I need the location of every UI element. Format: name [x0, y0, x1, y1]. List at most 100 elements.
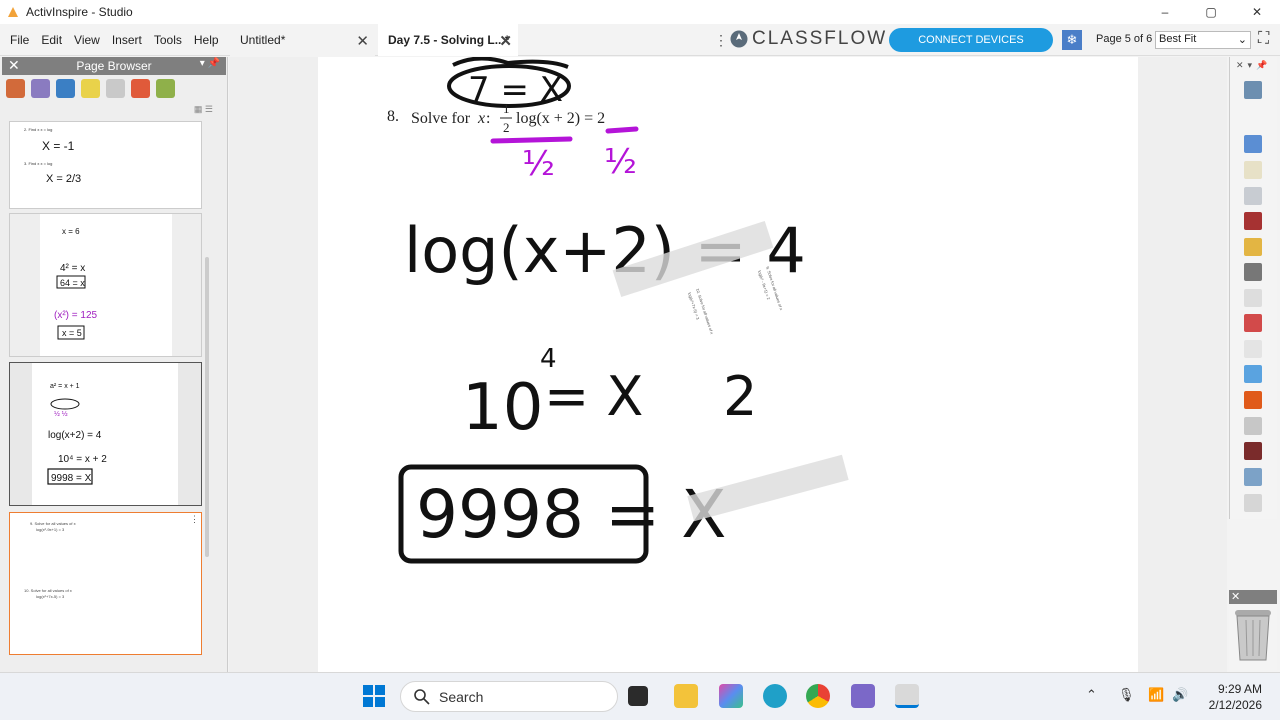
thumb-menu-icon[interactable]: ⋮: [190, 514, 199, 524]
close-button[interactable]: ✕: [1234, 0, 1280, 24]
menu-file[interactable]: File: [4, 33, 35, 47]
classflow-logo[interactable]: CLASSFLOW: [730, 28, 887, 50]
snowflake-icon[interactable]: ❄: [1062, 30, 1082, 50]
page-thumbnail[interactable]: x = 6 4² = x 64 = x (x²) = 125 x = 5: [9, 213, 202, 357]
page-thumbnail[interactable]: 2. Find x x = log X = -1 3. Find x x = l…: [9, 121, 202, 209]
svg-text:½ ½: ½ ½: [54, 410, 68, 418]
menu-edit[interactable]: Edit: [35, 33, 68, 47]
maximize-button[interactable]: ▢: [1188, 0, 1234, 24]
m365-icon[interactable]: [719, 684, 743, 708]
windows-start-icon[interactable]: [362, 684, 386, 708]
tab-untitled[interactable]: Untitled* ✕: [230, 24, 375, 56]
page-browser-tools: [6, 79, 175, 98]
page-content[interactable]: 7 = X 8. Solve for x : 1 2 log(x + 2) = …: [318, 56, 1138, 672]
view-toggle-icon[interactable]: ▦ ☰: [194, 104, 213, 115]
menu-view[interactable]: View: [68, 33, 106, 47]
file-explorer-icon[interactable]: [674, 684, 698, 708]
thumb-text: 10⁴ = x + 2: [58, 454, 107, 465]
thumb-text: 10. Solve for all values of x: [24, 588, 72, 593]
tab-label: Untitled*: [240, 33, 286, 47]
tab-label: Day 7.5 - Solving L...*: [388, 33, 510, 47]
tab-close-icon[interactable]: ✕: [356, 32, 369, 50]
thumb-text: x = 6: [62, 227, 80, 236]
final-answer: 9998 = X: [416, 476, 726, 553]
edge-icon[interactable]: [763, 684, 787, 708]
close-icon[interactable]: ✕: [1229, 590, 1277, 604]
disk-tool-icon[interactable]: [1244, 442, 1262, 460]
chrome-icon[interactable]: [806, 684, 830, 708]
print-tool-icon[interactable]: [1244, 263, 1262, 281]
thumb-text: 2. Find x x = log: [24, 127, 52, 132]
object-tool-icon[interactable]: [56, 79, 75, 98]
close-icon[interactable]: ✕: [8, 57, 20, 74]
page-thumbnail[interactable]: a² = x + 1 ½ ½ log(x+2) = 4 10⁴ = x + 2 …: [9, 362, 202, 506]
delete-tool-icon[interactable]: [1244, 391, 1262, 409]
scrollbar[interactable]: [205, 257, 209, 557]
problem-number: 8.: [387, 108, 399, 125]
page-tool-icon[interactable]: [1244, 187, 1262, 205]
page-browser: ✕ Page Browser ▾ 📌 ▦ ☰ 2. Find x x = log…: [0, 57, 228, 672]
pen-tool-icon[interactable]: [1244, 81, 1262, 99]
system-clock[interactable]: 9:29 AM 2/12/2026: [1198, 681, 1262, 713]
pdf-tool-icon[interactable]: [1244, 314, 1262, 332]
search-placeholder: Search: [439, 688, 484, 705]
tab-close-icon[interactable]: ✕: [499, 32, 512, 50]
thumb-text: 4² = x: [60, 263, 85, 274]
fullscreen-icon[interactable]: ⛶: [1258, 30, 1269, 48]
wifi-icon[interactable]: 📶: [1148, 687, 1164, 703]
copy-tool-icon[interactable]: [1244, 289, 1262, 307]
connect-devices-button[interactable]: CONNECT DEVICES: [889, 28, 1053, 52]
highlighter-tool-icon[interactable]: [1244, 238, 1262, 256]
show-hidden-icons-icon[interactable]: ⌃: [1086, 687, 1097, 703]
notes-tool-icon[interactable]: [81, 79, 100, 98]
menu-tools[interactable]: Tools: [148, 33, 188, 47]
zoom-select[interactable]: Best Fit ⌄: [1155, 31, 1251, 49]
chevron-down-icon: ⌄: [1237, 34, 1247, 46]
thumb-text: (x²) = 125: [54, 310, 98, 321]
property-tool-icon[interactable]: [106, 79, 125, 98]
thumb-text: 9. Solve for all values of x: [30, 521, 76, 526]
microphone-icon[interactable]: 🎙: [1118, 687, 1135, 703]
more-tools-icon[interactable]: [1244, 494, 1262, 512]
action-tool-icon[interactable]: [131, 79, 150, 98]
thumb-text: log(x+2) = 4: [48, 430, 102, 441]
fraction-denominator: 2: [503, 120, 510, 135]
toolbox-controls-icon[interactable]: ✕▾📌: [1236, 60, 1271, 71]
save-tool-icon[interactable]: [1244, 212, 1262, 230]
thumb-text: 64 = x: [60, 278, 85, 288]
clock-time: 9:29 AM: [1217, 682, 1262, 696]
notes-tool-icon[interactable]: [1244, 161, 1262, 179]
more-options-icon[interactable]: ⋮: [714, 32, 728, 49]
menu-help[interactable]: Help: [188, 33, 225, 47]
clipboard-tool-icon[interactable]: [1244, 365, 1262, 383]
page-indicator: Page 5 of 6: [1096, 33, 1153, 45]
paste-tool-icon[interactable]: [1244, 468, 1262, 486]
volume-icon[interactable]: 🔊: [1172, 687, 1188, 703]
thumb-text: log(x²-9x+1) = 3: [36, 527, 65, 532]
activinspire-icon: [8, 7, 18, 17]
tab-day-7-5[interactable]: Day 7.5 - Solving L...* ✕: [378, 24, 518, 56]
page-thumbnail[interactable]: 9. Solve for all values of x log(x²-9x+1…: [9, 512, 202, 655]
voting-tool-icon[interactable]: [156, 79, 175, 98]
menu-insert[interactable]: Insert: [106, 33, 148, 47]
trash-panel: ✕: [1229, 590, 1277, 670]
page-tool-icon[interactable]: [6, 79, 25, 98]
favorite-tool-icon[interactable]: [1244, 417, 1262, 435]
snipping-tool-icon[interactable]: [851, 684, 875, 708]
taskbar-search[interactable]: Search: [400, 681, 618, 712]
minimize-button[interactable]: –: [1142, 0, 1188, 24]
svg-text::: :: [486, 110, 490, 127]
resource-tool-icon[interactable]: [31, 79, 50, 98]
thumb-text: X = -1: [42, 139, 75, 153]
activinspire-taskbar-icon[interactable]: [895, 684, 919, 708]
divide-by-half-left: ½: [522, 144, 555, 184]
task-view-icon[interactable]: [628, 686, 648, 706]
window-title: ActivInspire - Studio: [26, 5, 133, 19]
problem-equation: log(x + 2) = 2: [516, 110, 605, 127]
select-tool-icon[interactable]: [1244, 135, 1262, 153]
trash-bin-icon[interactable]: [1229, 606, 1277, 668]
rocket-icon: [730, 30, 748, 48]
flipchart-page[interactable]: 7 = X 8. Solve for x : 1 2 log(x + 2) = …: [318, 56, 1138, 672]
pin-icon[interactable]: ▾ 📌: [200, 58, 220, 69]
duplicate-tool-icon[interactable]: [1244, 340, 1262, 358]
